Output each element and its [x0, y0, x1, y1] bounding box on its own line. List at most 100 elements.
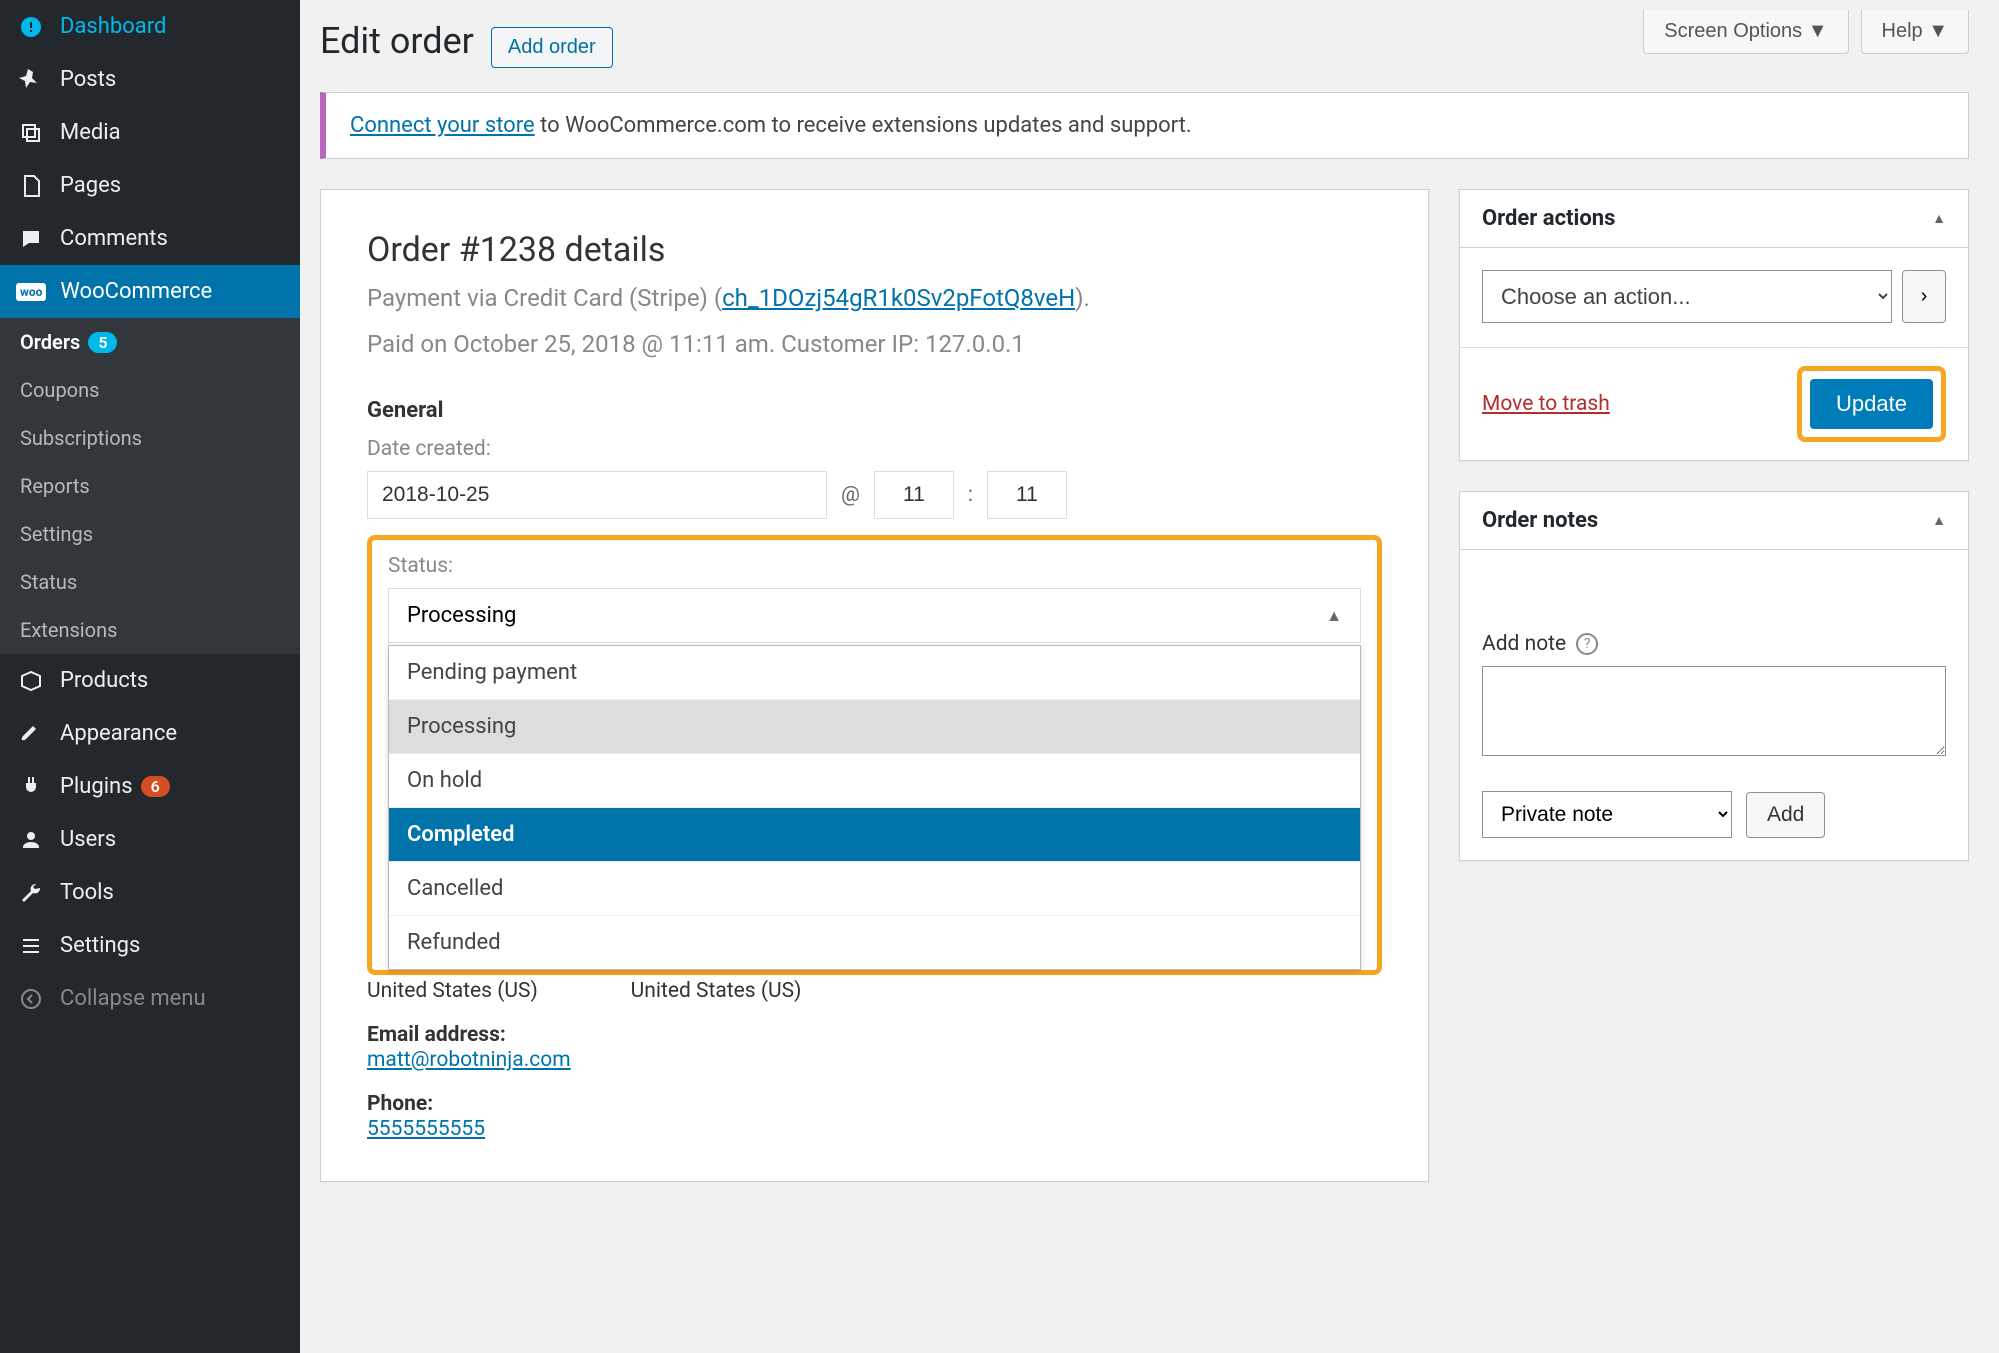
panel-toggle-icon[interactable]: ▲ [1932, 512, 1946, 529]
order-actions-title: Order actions [1482, 206, 1615, 231]
add-note-label: Add note [1482, 632, 1566, 656]
note-type-select[interactable]: Private note [1482, 791, 1732, 838]
payment-suffix: ). [1075, 284, 1090, 312]
plugins-update-badge: 6 [141, 776, 170, 797]
sidebar-item-dashboard[interactable]: Dashboard [0, 0, 300, 53]
status-option-processing[interactable]: Processing [389, 700, 1360, 754]
sidebar-sub-extensions[interactable]: Extensions [0, 606, 300, 654]
status-dropdown-list: Pending payment Processing On hold Compl… [388, 645, 1361, 970]
hour-input[interactable] [874, 471, 954, 519]
status-option-pending[interactable]: Pending payment [389, 646, 1360, 700]
user-icon [16, 828, 46, 852]
sidebar-sub-label: Orders [20, 330, 80, 354]
add-order-button[interactable]: Add order [491, 27, 613, 68]
brush-icon [16, 722, 46, 746]
sidebar-label: Appearance [60, 721, 177, 746]
date-created-label: Date created: [367, 437, 1382, 461]
sidebar-label: Plugins [60, 774, 133, 799]
sidebar-item-appearance[interactable]: Appearance [0, 707, 300, 760]
phone-link[interactable]: 5555555555 [367, 1117, 485, 1141]
sidebar-sub-subscriptions[interactable]: Subscriptions [0, 414, 300, 462]
email-link[interactable]: matt@robotninja.com [367, 1048, 571, 1072]
sidebar-item-settings[interactable]: Settings [0, 919, 300, 972]
woo-icon: woo [16, 283, 46, 301]
update-button[interactable]: Update [1810, 379, 1933, 429]
email-label: Email address: [367, 1023, 571, 1047]
sidebar-sub-settings[interactable]: Settings [0, 510, 300, 558]
sidebar-label: Media [60, 120, 121, 145]
move-to-trash-link[interactable]: Move to trash [1482, 392, 1610, 416]
sidebar-label: Users [60, 827, 116, 852]
status-select[interactable]: Processing ▲ [388, 588, 1361, 643]
sidebar-sub-label: Status [20, 570, 77, 594]
sliders-icon [16, 934, 46, 958]
connect-store-notice: Connect your store to WooCommerce.com to… [320, 92, 1969, 159]
sidebar-item-products[interactable]: Products [0, 654, 300, 707]
sidebar-item-posts[interactable]: Posts [0, 53, 300, 106]
order-action-select[interactable]: Choose an action... [1482, 270, 1892, 323]
main-content: Edit order Add order Connect your store … [320, 20, 1969, 1212]
help-icon[interactable]: ? [1576, 633, 1598, 655]
chevron-up-icon: ▲ [1326, 606, 1342, 626]
run-action-button[interactable]: › [1902, 270, 1946, 323]
sidebar-collapse[interactable]: Collapse menu [0, 972, 300, 1025]
update-highlight: Update [1797, 366, 1946, 442]
date-created-row: @ : [367, 471, 1382, 519]
sidebar-sub-label: Settings [20, 522, 93, 546]
status-option-completed[interactable]: Completed [389, 808, 1360, 862]
sidebar-item-pages[interactable]: Pages [0, 159, 300, 212]
sidebar-sub-orders[interactable]: Orders 5 [0, 318, 300, 366]
sidebar-item-plugins[interactable]: Plugins 6 [0, 760, 300, 813]
status-label: Status: [388, 554, 1361, 578]
status-value: Processing [407, 603, 516, 628]
sidebar-label: Settings [60, 933, 140, 958]
sidebar-label: Collapse menu [60, 986, 206, 1011]
sidebar-sub-label: Extensions [20, 618, 117, 642]
status-option-cancelled[interactable]: Cancelled [389, 862, 1360, 916]
panel-toggle-icon[interactable]: ▲ [1932, 210, 1946, 227]
note-textarea[interactable] [1482, 666, 1946, 756]
phone-label: Phone: [367, 1092, 571, 1116]
order-paid-line: Paid on October 25, 2018 @ 11:11 am. Cus… [367, 326, 1382, 362]
connect-store-link[interactable]: Connect your store [350, 113, 535, 138]
box-icon [16, 669, 46, 693]
page-icon [16, 174, 46, 198]
admin-sidebar: Dashboard Posts Media Pages Comments woo… [0, 0, 300, 1353]
comment-icon [16, 227, 46, 251]
page-title: Edit order [320, 20, 474, 62]
status-highlight: Status: Processing ▲ Pending payment Pro… [367, 535, 1382, 975]
status-option-onhold[interactable]: On hold [389, 754, 1360, 808]
phone-block: Phone: 5555555555 [367, 1092, 571, 1141]
status-option-refunded[interactable]: Refunded [389, 916, 1360, 969]
sidebar-item-media[interactable]: Media [0, 106, 300, 159]
sidebar-item-tools[interactable]: Tools [0, 866, 300, 919]
billing-country: United States (US) [367, 979, 571, 1003]
media-icon [16, 121, 46, 145]
payment-link[interactable]: ch_1DOzj54gR1k0Sv2pFotQ8veH [722, 284, 1075, 312]
sidebar-item-woocommerce[interactable]: woo WooCommerce [0, 265, 300, 318]
sidebar-sub-reports[interactable]: Reports [0, 462, 300, 510]
sidebar-label: Comments [60, 226, 168, 251]
sidebar-label: Posts [60, 67, 116, 92]
sidebar-submenu: Orders 5 Coupons Subscriptions Reports S… [0, 318, 300, 654]
notice-text: to WooCommerce.com to receive extensions… [535, 113, 1192, 138]
sidebar-label: Dashboard [60, 14, 166, 39]
sidebar-sub-label: Coupons [20, 378, 99, 402]
shipping-country: United States (US) [631, 979, 802, 1003]
minute-input[interactable] [987, 471, 1067, 519]
payment-prefix: Payment via Credit Card (Stripe) ( [367, 284, 722, 312]
date-input[interactable] [367, 471, 827, 519]
wrench-icon [16, 881, 46, 905]
sidebar-sub-label: Reports [20, 474, 90, 498]
sidebar-sub-coupons[interactable]: Coupons [0, 366, 300, 414]
plug-icon [16, 775, 46, 799]
sidebar-label: Pages [60, 173, 121, 198]
add-note-button[interactable]: Add [1746, 792, 1825, 838]
sidebar-sub-label: Subscriptions [20, 426, 142, 450]
sidebar-item-users[interactable]: Users [0, 813, 300, 866]
sidebar-label: Products [60, 668, 148, 693]
sidebar-sub-status[interactable]: Status [0, 558, 300, 606]
general-heading: General [367, 398, 1382, 423]
sidebar-item-comments[interactable]: Comments [0, 212, 300, 265]
order-actions-panel: Order actions ▲ Choose an action... › Mo… [1459, 189, 1969, 461]
